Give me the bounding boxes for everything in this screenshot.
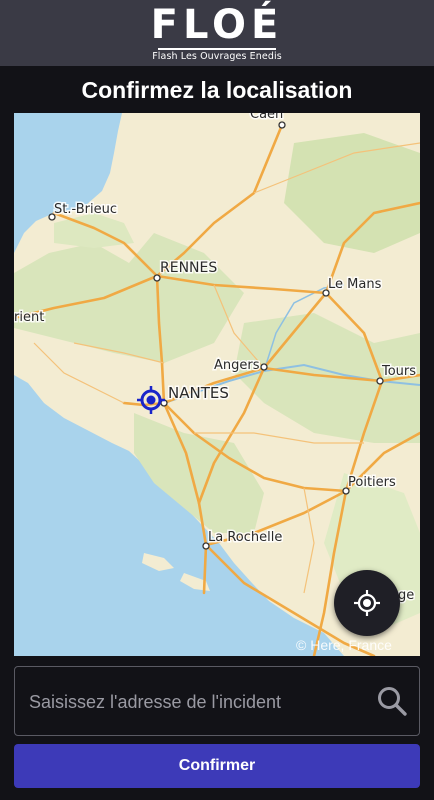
island	[142, 553, 174, 571]
city-dot	[260, 363, 268, 371]
city-label-angers: Angers	[214, 358, 260, 373]
floe-logo: FLOÉ Flash Les Ouvrages Enedis	[0, 4, 434, 62]
city-label-le-mans: Le Mans	[328, 277, 382, 292]
city-label-rennes: RENNES	[160, 260, 217, 276]
confirm-button[interactable]: Confirmer	[14, 744, 420, 788]
map-attribution: © Here, France	[296, 637, 392, 653]
city-dot	[278, 121, 286, 129]
city-label-caen: Caen	[250, 113, 283, 122]
app-header: FLOÉ Flash Les Ouvrages Enedis	[0, 0, 434, 66]
city-label-tours: Tours	[381, 364, 416, 379]
city-label-lorient: rient	[14, 310, 44, 325]
logo-rule	[158, 48, 276, 50]
gps-locate-icon	[354, 590, 380, 616]
address-search-input[interactable]	[29, 689, 359, 715]
city-label-la-rochelle: La Rochelle	[208, 530, 282, 545]
search-icon[interactable]	[375, 684, 409, 718]
city-label-nantes: NANTES	[168, 384, 229, 402]
city-label-poitiers: Poitiers	[348, 475, 396, 490]
locate-me-button[interactable]	[334, 570, 400, 636]
city-label-st-brieuc: St.-Brieuc	[54, 202, 117, 217]
page-title: Confirmez la localisation	[81, 77, 353, 103]
logo-subtitle: Flash Les Ouvrages Enedis	[152, 51, 282, 62]
logo-wordmark: FLOÉ	[150, 2, 284, 48]
address-search-box[interactable]	[14, 666, 420, 736]
